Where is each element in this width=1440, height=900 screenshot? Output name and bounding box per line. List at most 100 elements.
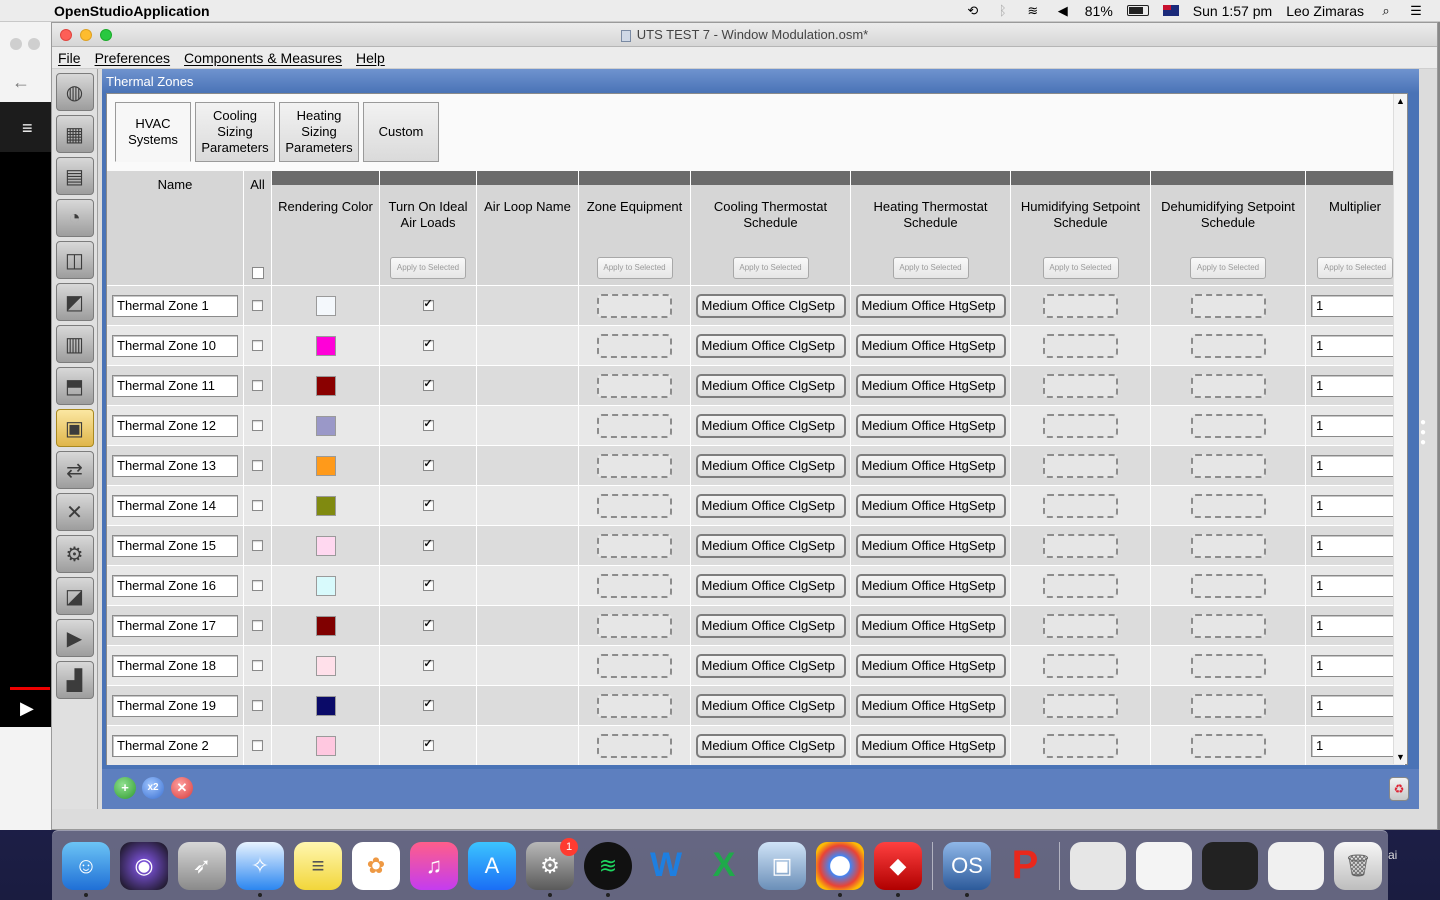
- battery-icon[interactable]: [1126, 5, 1149, 16]
- zone-name-field[interactable]: Thermal Zone 14: [112, 494, 238, 517]
- ideal-air-loads-checkbox[interactable]: [422, 537, 434, 551]
- results-tab-chart-icon[interactable]: ▟: [55, 661, 94, 699]
- trash-icon[interactable]: 🗑: [1334, 841, 1382, 890]
- multiplier-field[interactable]: 1: [1311, 734, 1399, 757]
- ideal-air-loads-checkbox[interactable]: [422, 737, 434, 751]
- multiplier-field[interactable]: 1: [1311, 614, 1399, 637]
- menu-file[interactable]: File: [58, 50, 81, 66]
- zone-equipment-drop-zone[interactable]: [597, 333, 672, 358]
- multiplier-field[interactable]: 1: [1311, 694, 1399, 717]
- table-row[interactable]: Thermal Zone 15 Medium Office ClgSetp Medi…: [107, 525, 1405, 565]
- sketchup-icon[interactable]: ◆: [874, 841, 922, 897]
- humidifying-schedule-drop-zone[interactable]: [1043, 453, 1118, 478]
- table-row[interactable]: Thermal Zone 12 Medium Office ClgSetp Medi…: [107, 405, 1405, 445]
- loads-tab-icon[interactable]: ◔: [55, 199, 94, 237]
- ideal-air-loads-checkbox[interactable]: [422, 617, 434, 631]
- minimized-window-thumbnail[interactable]: [1202, 841, 1258, 890]
- rendering-color-swatch[interactable]: [315, 695, 336, 716]
- humidifying-schedule-drop-zone[interactable]: [1043, 733, 1118, 758]
- minimized-window-thumbnail[interactable]: [1136, 841, 1192, 890]
- humidifying-schedule-drop-zone[interactable]: [1043, 293, 1118, 318]
- menu-components-measures[interactable]: Components & Measures: [184, 50, 342, 66]
- spotify-icon[interactable]: ≋: [584, 841, 632, 897]
- humidifying-schedule-drop-zone[interactable]: [1043, 613, 1118, 638]
- chrome-icon[interactable]: [816, 841, 864, 897]
- apply-to-selected-button[interactable]: Apply to Selected: [1042, 257, 1119, 279]
- ideal-air-loads-checkbox[interactable]: [422, 377, 434, 391]
- multiplier-field[interactable]: 1: [1311, 334, 1399, 357]
- hamburger-menu-icon[interactable]: ≡: [22, 118, 33, 139]
- humidifying-schedule-drop-zone[interactable]: [1043, 373, 1118, 398]
- powerpoint-like-icon[interactable]: P: [1001, 842, 1049, 890]
- zone-equipment-drop-zone[interactable]: [597, 613, 672, 638]
- zone-name-field[interactable]: Thermal Zone 10: [112, 334, 238, 357]
- heating-schedule-dropzone[interactable]: Medium Office HtgSetp: [855, 533, 1006, 558]
- cooling-schedule-dropzone[interactable]: Medium Office ClgSetp: [695, 613, 846, 638]
- rendering-color-swatch[interactable]: [315, 615, 336, 636]
- duplicate-zone-button[interactable]: x2: [142, 777, 164, 799]
- rendering-color-swatch[interactable]: [315, 735, 336, 756]
- table-row[interactable]: Thermal Zone 16 Medium Office ClgSetp Medi…: [107, 565, 1405, 605]
- purge-unused-trash-icon[interactable]: ♻: [1389, 777, 1409, 801]
- row-select-checkbox[interactable]: [252, 420, 263, 431]
- launchpad-rocket-icon[interactable]: ➶: [178, 841, 226, 890]
- multiplier-field[interactable]: 1: [1311, 294, 1399, 317]
- notification-center-icon[interactable]: ☰: [1408, 3, 1424, 18]
- zone-name-field[interactable]: Thermal Zone 12: [112, 414, 238, 437]
- scroll-up-arrow-icon[interactable]: ▲: [1396, 96, 1405, 106]
- ideal-air-loads-checkbox[interactable]: [422, 457, 434, 471]
- word-icon[interactable]: W: [642, 842, 690, 890]
- battery-percent[interactable]: 81%: [1085, 3, 1113, 19]
- thermal-zones-tab-icon[interactable]: ▣: [55, 409, 94, 447]
- cooling-schedule-dropzone[interactable]: Medium Office ClgSetp: [695, 693, 846, 718]
- preview-icon[interactable]: ▣: [758, 841, 806, 890]
- multiplier-field[interactable]: 1: [1311, 654, 1399, 677]
- cooling-schedule-dropzone[interactable]: Medium Office ClgSetp: [695, 493, 846, 518]
- zone-equipment-drop-zone[interactable]: [597, 453, 672, 478]
- table-row[interactable]: Thermal Zone 11 Medium Office ClgSetp Medi…: [107, 365, 1405, 405]
- dehumidifying-schedule-drop-zone[interactable]: [1190, 653, 1266, 678]
- heating-schedule-dropzone[interactable]: Medium Office HtgSetp: [855, 613, 1006, 638]
- humidifying-schedule-drop-zone[interactable]: [1043, 493, 1118, 518]
- heating-schedule-dropzone[interactable]: Medium Office HtgSetp: [855, 373, 1006, 398]
- cooling-schedule-dropzone[interactable]: Medium Office ClgSetp: [695, 733, 846, 758]
- dehumidifying-schedule-drop-zone[interactable]: [1190, 573, 1266, 598]
- side-handle-icon[interactable]: ● ● ●: [1420, 418, 1426, 448]
- volume-icon[interactable]: ◀: [1055, 3, 1071, 18]
- apply-to-selected-button[interactable]: Apply to Selected: [732, 257, 809, 279]
- zone-equipment-drop-zone[interactable]: [597, 733, 672, 758]
- zone-equipment-drop-zone[interactable]: [597, 413, 672, 438]
- bluetooth-icon[interactable]: ᛒ: [995, 3, 1011, 18]
- apply-to-selected-button[interactable]: Apply to Selected: [892, 257, 969, 279]
- multiplier-field[interactable]: 1: [1311, 494, 1399, 517]
- row-select-checkbox[interactable]: [252, 460, 263, 471]
- table-row[interactable]: Thermal Zone 17 Medium Office ClgSetp Medi…: [107, 605, 1405, 645]
- row-select-checkbox[interactable]: [252, 380, 263, 391]
- row-select-checkbox[interactable]: [252, 660, 263, 671]
- schedules-tab-calendar-icon[interactable]: ▦: [55, 115, 94, 153]
- cooling-schedule-dropzone[interactable]: Medium Office ClgSetp: [695, 653, 846, 678]
- zone-name-field[interactable]: Thermal Zone 13: [112, 454, 238, 477]
- heating-schedule-dropzone[interactable]: Medium Office HtgSetp: [855, 333, 1006, 358]
- constructions-tab-bricks-icon[interactable]: ▤: [55, 157, 94, 195]
- system-preferences-gear-icon[interactable]: ⚙ 1: [526, 837, 578, 897]
- add-zone-button[interactable]: +: [114, 777, 136, 799]
- ideal-air-loads-checkbox[interactable]: [422, 417, 434, 431]
- heating-schedule-dropzone[interactable]: Medium Office HtgSetp: [855, 693, 1006, 718]
- ideal-air-loads-checkbox[interactable]: [422, 657, 434, 671]
- table-row[interactable]: Thermal Zone 13 Medium Office ClgSetp Medi…: [107, 445, 1405, 485]
- zone-name-field[interactable]: Thermal Zone 18: [112, 654, 238, 677]
- cooling-schedule-dropzone[interactable]: Medium Office ClgSetp: [695, 453, 846, 478]
- zone-equipment-drop-zone[interactable]: [597, 493, 672, 518]
- app-store-icon[interactable]: A: [468, 841, 516, 890]
- time-machine-icon[interactable]: ⟲: [965, 3, 981, 18]
- table-row[interactable]: Thermal Zone 18 Medium Office ClgSetp Medi…: [107, 645, 1405, 685]
- menubar-clock[interactable]: Sun 1:57 pm: [1193, 3, 1272, 19]
- ideal-air-loads-checkbox[interactable]: [422, 497, 434, 511]
- heating-schedule-dropzone[interactable]: Medium Office HtgSetp: [855, 573, 1006, 598]
- wifi-icon[interactable]: ≋: [1025, 3, 1041, 18]
- rendering-color-swatch[interactable]: [315, 575, 336, 596]
- row-select-checkbox[interactable]: [252, 620, 263, 631]
- rendering-color-swatch[interactable]: [315, 655, 336, 676]
- ideal-air-loads-checkbox[interactable]: [422, 577, 434, 591]
